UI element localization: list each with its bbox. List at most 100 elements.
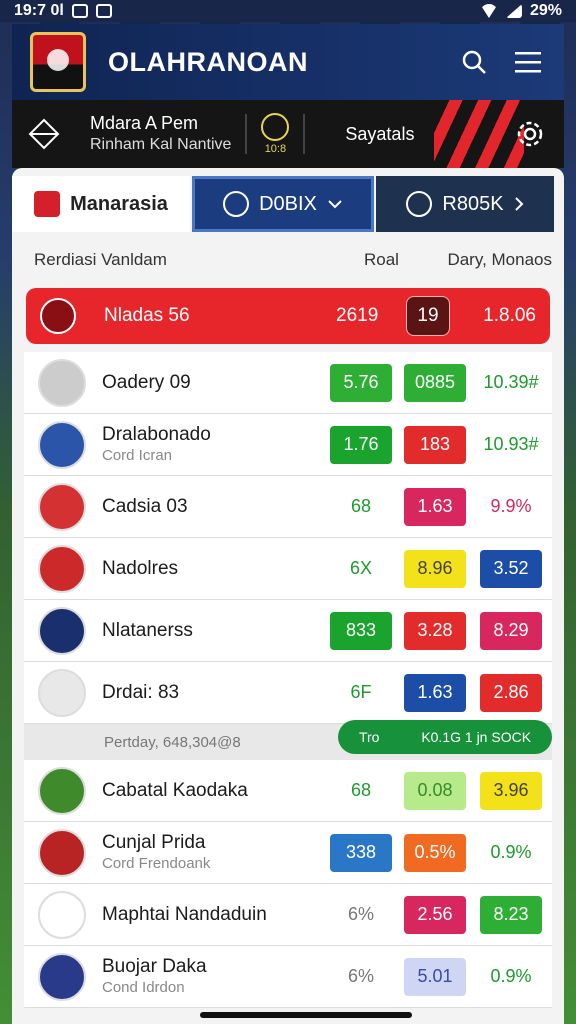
row-name: Dralabonado (102, 423, 211, 445)
tab-dobix[interactable]: D0BIX (192, 176, 374, 232)
row-name: Buojar Daka (102, 955, 207, 977)
row-name: Maphtai Nandaduin (102, 904, 267, 925)
pill-label-right: K0.1G 1 jn SOCK (421, 729, 532, 745)
table-row[interactable]: Maphtai Nandaduin 6% 2.56 8.23 (24, 884, 552, 946)
row-value-a: 6F (350, 682, 372, 702)
row-meta: Oadery 09 (102, 372, 330, 393)
tab-r805k[interactable]: R805K (376, 176, 554, 232)
column-name[interactable]: Rerdiasi Vanldam (34, 250, 364, 270)
tab-label: R805K (442, 192, 504, 215)
row-value-a: 1.76 (330, 425, 392, 464)
row-value-b: 0885 (404, 363, 466, 402)
status-bar: 19:7 0l 29% (0, 0, 576, 22)
table-row[interactable]: Cunjal Prida Cord Frendoank 338 0.5% 0.9% (24, 822, 552, 884)
settings-button[interactable] (512, 116, 548, 152)
search-button[interactable] (456, 44, 492, 80)
row-name: Nadolres (102, 558, 179, 579)
row-value-c: 9.9% (490, 496, 532, 516)
score-badge[interactable]: 10:8 (261, 113, 290, 155)
tab-label: Manarasia (70, 192, 168, 215)
row-meta: Nlatanerss (102, 620, 330, 641)
row-subtitle: Cond Idrdon (102, 978, 185, 996)
row-subtitle: Cord Icran (102, 446, 173, 464)
table-row[interactable]: Drdai: 83 6F 1.63 2.86 (24, 662, 552, 724)
score-badge-label: 10:8 (264, 143, 287, 155)
table-row[interactable]: Nadolres 6X 8.96 3.52 (24, 538, 552, 600)
column-rank[interactable]: Roal (364, 250, 434, 270)
row-value-b: 0.5% (404, 833, 466, 872)
club-crest-icon (30, 32, 86, 92)
search-icon (462, 50, 486, 74)
featured-value-1: 2619 (336, 305, 379, 326)
globe-icon (223, 191, 250, 217)
standings-panel: Manarasia D0BIX R805K Rerdiasi Vanldam R… (12, 168, 564, 1024)
featured-value-3: 1.8.06 (483, 305, 536, 326)
row-value-c: 3.52 (480, 549, 542, 588)
player-avatar (38, 952, 86, 1001)
standings-list: Oadery 09 5.76 0885 10.39# Dralabonado Cord I… (12, 352, 564, 724)
wifi-icon (479, 4, 498, 18)
row-value-c: 10.93# (483, 434, 539, 454)
row-value-a: 6% (347, 904, 374, 924)
table-row[interactable]: Cabatal Kaodaka 68 0.08 3.96 (24, 760, 552, 822)
row-value-c: 0.9% (490, 842, 532, 862)
player-avatar (38, 482, 86, 531)
menu-button[interactable] (510, 44, 546, 80)
player-avatar (38, 420, 86, 469)
row-meta: Dralabonado Cord Icran (102, 424, 330, 466)
row-meta: Cadsia 03 (102, 496, 330, 517)
row-value-b: 1.63 (404, 673, 466, 712)
app-notification-icon (95, 4, 112, 18)
ball-icon (406, 191, 433, 217)
featured-name: Nladas 56 (104, 305, 190, 326)
tab-manarasia[interactable]: Manarasia (12, 176, 190, 232)
row-name: Cadsia 03 (102, 496, 188, 517)
player-avatar (38, 544, 86, 593)
clock: 19:7 0l (14, 2, 64, 19)
action-pill-button[interactable]: Tro K0.1G 1 jn SOCK (338, 720, 552, 754)
row-value-b: 3.28 (404, 611, 466, 650)
player-avatar (38, 606, 86, 655)
row-value-a: 68 (350, 496, 372, 516)
chevron-right-icon (514, 197, 523, 211)
gear-icon (517, 121, 543, 147)
promo-text: Mdara A Pem Rinham Kal Nantive (90, 113, 231, 155)
row-value-a: 6% (347, 966, 374, 986)
row-meta: Drdai: 83 (102, 682, 330, 703)
row-meta: Cabatal Kaodaka (102, 780, 330, 801)
row-value-c: 0.9% (490, 966, 532, 986)
table-row[interactable]: Dralabonado Cord Icran 1.76 183 10.93# (24, 414, 552, 476)
featured-row[interactable]: Nladas 56 2619 19 1.8.06 (26, 288, 550, 344)
row-meta: Maphtai Nandaduin (102, 904, 330, 925)
row-value-a: 6X (349, 558, 373, 578)
tab-bar: Manarasia D0BIX R805K (12, 168, 564, 232)
row-value-c: 3.96 (480, 771, 542, 810)
row-meta: Buojar Daka Cond Idrdon (102, 956, 330, 998)
home-indicator[interactable] (200, 1012, 412, 1018)
row-name: Cunjal Prida (102, 831, 206, 853)
row-value-c: 8.29 (480, 611, 542, 650)
tab-label: D0BIX (259, 192, 317, 215)
row-value-a: 338 (330, 833, 392, 872)
player-avatar (38, 358, 86, 407)
row-value-c: 10.39# (483, 372, 539, 392)
row-value-c: 2.86 (480, 673, 542, 712)
column-header: Rerdiasi Vanldam Roal Dary, Monaos (12, 232, 564, 288)
promo-subtitle: Rinham Kal Nantive (90, 136, 232, 153)
team-logo-icon (40, 298, 76, 334)
table-row[interactable]: Cadsia 03 68 1.63 9.9% (24, 476, 552, 538)
row-value-a: 833 (330, 611, 392, 650)
chevron-down-icon (328, 200, 342, 209)
table-row[interactable]: Nlatanerss 833 3.28 8.29 (24, 600, 552, 662)
table-row[interactable]: Buojar Daka Cond Idrdon 6% 5.01 0.9% (24, 946, 552, 1008)
column-daily[interactable]: Dary, Monaos (434, 250, 552, 270)
summary-label: Pertday, 648,304@8 (104, 733, 241, 751)
row-value-b: 0.08 (404, 771, 466, 810)
row-value-b: 183 (404, 425, 466, 464)
player-avatar (38, 828, 86, 877)
row-name: Cabatal Kaodaka (102, 780, 248, 801)
player-avatar (38, 890, 86, 939)
app-bar: OLAHRANOAN (12, 24, 564, 100)
promo-banner[interactable]: Mdara A Pem Rinham Kal Nantive 10:8 Saya… (12, 100, 564, 168)
table-row[interactable]: Oadery 09 5.76 0885 10.39# (24, 352, 552, 414)
